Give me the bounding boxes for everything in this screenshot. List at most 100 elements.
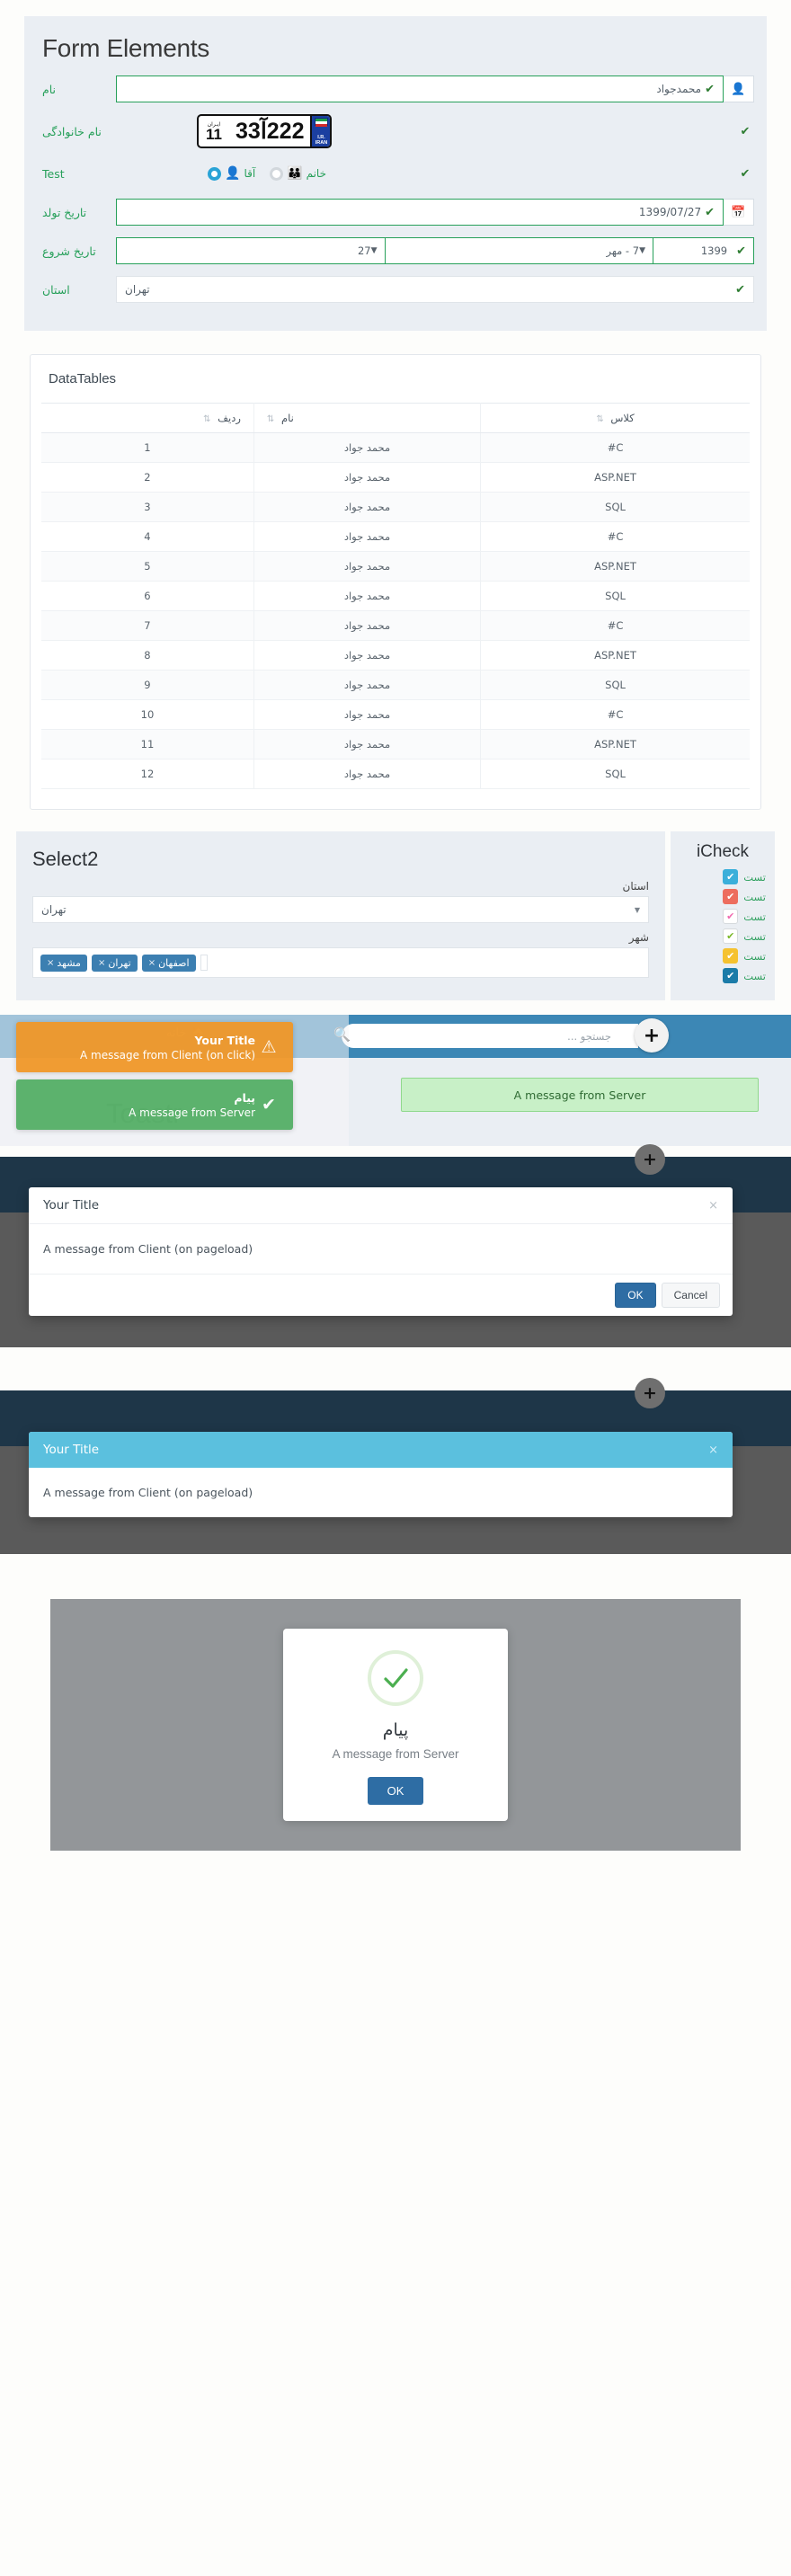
sort-desc-active-icon[interactable]: ⇅ bbox=[203, 414, 210, 424]
province-input[interactable]: ✔ تهران bbox=[116, 276, 754, 303]
cancel-button[interactable]: Cancel bbox=[661, 1283, 720, 1308]
field-row-test: ✔ خانم 👪 آقا 👤 Test bbox=[37, 160, 754, 187]
select2-tag[interactable]: مشهد × bbox=[40, 954, 87, 972]
table-row[interactable]: C# محمد جواد 4 bbox=[41, 521, 750, 552]
start-date-selects[interactable]: ✔ 1399 ▼ 7 - مهر ▼ 27 bbox=[116, 237, 754, 264]
checkbox-icon[interactable]: ✔ bbox=[723, 968, 739, 983]
add-button-modal-1[interactable]: + bbox=[635, 1144, 665, 1175]
modal-section-1: + × Your Title A message from Client (on… bbox=[0, 1144, 791, 1380]
icheck-item-label: تست bbox=[743, 890, 766, 903]
select2-tag-remove-icon[interactable]: × bbox=[47, 958, 54, 968]
select2-tag-remove-icon[interactable]: × bbox=[98, 958, 105, 968]
gender-radio-group[interactable]: ✔ خانم 👪 آقا 👤 bbox=[116, 166, 754, 181]
sweetalert-section: پیام A message from Server OK bbox=[0, 1586, 791, 1876]
plate-right-digits: 222 bbox=[266, 118, 305, 144]
user-icon: 👤 bbox=[724, 76, 754, 102]
name-input[interactable]: ✔ محمدجواد bbox=[116, 76, 724, 102]
select2-province-label: استان bbox=[622, 880, 649, 893]
toast-success[interactable]: ✔ پیام A message from Server bbox=[16, 1079, 293, 1130]
icheck-item-label: تست bbox=[743, 910, 766, 923]
test-control: ✔ خانم 👪 آقا 👤 bbox=[116, 166, 754, 181]
icheck-item[interactable]: تست ✔ bbox=[680, 928, 766, 944]
modal-1-spacer bbox=[0, 1146, 791, 1157]
table-row[interactable]: ASP.NET محمد جواد 5 bbox=[41, 551, 750, 582]
ok-button[interactable]: OK bbox=[615, 1283, 656, 1308]
table-row[interactable]: C# محمد جواد 10 bbox=[41, 699, 750, 730]
column-header-class[interactable]: کلاس ⇅ bbox=[480, 403, 750, 433]
sweetalert-ok-button[interactable]: OK bbox=[367, 1777, 424, 1805]
add-button[interactable]: + bbox=[635, 1018, 669, 1053]
birth-date-value: 1399/07/27 bbox=[638, 206, 702, 218]
close-icon-1[interactable]: × bbox=[708, 1199, 718, 1212]
modal-section-2: + × Your Title A message from Client (on… bbox=[0, 1378, 791, 1586]
search-input[interactable]: جستجو ... bbox=[342, 1024, 638, 1048]
toast-warning[interactable]: ⚠ Your Title A message from Client (on c… bbox=[16, 1022, 293, 1072]
radio-dot-male[interactable] bbox=[208, 166, 221, 181]
select2-card: Select2 استان ▼ تهران شهر اصفهان × تهران × م… bbox=[16, 831, 665, 1000]
dialog-info-header: × Your Title bbox=[29, 1432, 733, 1468]
test-valid-icon: ✔ bbox=[740, 166, 751, 181]
name-input-group[interactable]: 👤 ✔ محمدجواد bbox=[116, 76, 754, 102]
province-control: ✔ تهران bbox=[116, 276, 754, 303]
radio-dot-female[interactable] bbox=[270, 166, 284, 181]
column-header-row-no-label: ردیف bbox=[218, 412, 241, 424]
column-header-row-no[interactable]: ردیف ⇅ bbox=[41, 403, 254, 433]
cell-row-no: 7 bbox=[41, 610, 254, 641]
month-select[interactable]: ▼ 7 - مهر bbox=[385, 237, 653, 264]
checkbox-icon[interactable]: ✔ bbox=[723, 909, 739, 924]
chevron-down-icon-day: ▼ bbox=[370, 246, 378, 255]
page-root: Form Elements 👤 ✔ محمدجواد نام ✔ ایـران … bbox=[0, 16, 791, 1876]
checkbox-icon[interactable]: ✔ bbox=[723, 948, 739, 964]
plate-left-digits: 33 bbox=[236, 118, 261, 144]
checkbox-icon[interactable]: ✔ bbox=[723, 869, 739, 884]
cell-name: محمد جواد bbox=[253, 640, 481, 671]
birth-input-group[interactable]: 📅 ✔ 1399/07/27 bbox=[116, 199, 754, 226]
table-row[interactable]: SQL محمد جواد 3 bbox=[41, 492, 750, 522]
license-plate[interactable]: ایـران 11 33 آ 222 I.R. IRAN bbox=[197, 114, 333, 148]
start-valid-icon: ✔ bbox=[736, 244, 746, 258]
checkbox-icon[interactable]: ✔ bbox=[723, 928, 739, 944]
dialog-confirm-title: Your Title bbox=[43, 1198, 100, 1212]
table-row[interactable]: SQL محمد جواد 12 bbox=[41, 759, 750, 789]
table-row[interactable]: C# محمد جواد 7 bbox=[41, 610, 750, 641]
table-row[interactable]: ASP.NET محمد جواد 11 bbox=[41, 729, 750, 759]
field-row-name: 👤 ✔ محمدجواد نام bbox=[37, 76, 754, 102]
field-row-birth: 📅 ✔ 1399/07/27 تاریخ تولد bbox=[37, 199, 754, 226]
checkbox-icon[interactable]: ✔ bbox=[723, 889, 739, 904]
label-name: نام bbox=[42, 82, 57, 96]
select2-tag[interactable]: اصفهان × bbox=[141, 954, 196, 972]
birth-date-input[interactable]: ✔ 1399/07/27 bbox=[116, 199, 724, 226]
table-row[interactable]: SQL محمد جواد 6 bbox=[41, 581, 750, 611]
search-icon[interactable]: 🔍 bbox=[333, 1026, 351, 1043]
year-select[interactable]: ✔ 1399 bbox=[653, 237, 754, 264]
table-row[interactable]: ASP.NET محمد جواد 2 bbox=[41, 462, 750, 493]
select2-tag-remove-icon[interactable]: × bbox=[148, 958, 156, 968]
sort-icon-class[interactable]: ⇅ bbox=[596, 414, 603, 424]
dialog-confirm-footer: Cancel OK bbox=[29, 1275, 733, 1316]
sweetalert-text: A message from Server bbox=[332, 1747, 459, 1761]
radio-option-female[interactable]: خانم 👪 bbox=[270, 166, 326, 181]
radio-option-male[interactable]: آقا 👤 bbox=[208, 166, 255, 181]
select2-city-multiselect[interactable]: اصفهان × تهران × مشهد × bbox=[32, 947, 649, 978]
select2-tag[interactable]: تهران × bbox=[91, 954, 138, 972]
cell-name: محمد جواد bbox=[253, 462, 481, 493]
table-row[interactable]: ASP.NET محمد جواد 8 bbox=[41, 640, 750, 671]
icheck-item[interactable]: تست ✔ bbox=[680, 869, 766, 884]
day-select[interactable]: ▼ 27 bbox=[116, 237, 386, 264]
plate-wrap[interactable]: ✔ ایـران 11 33 آ 222 I.R. IRAN bbox=[116, 114, 754, 148]
icheck-item[interactable]: تست ✔ bbox=[680, 968, 766, 983]
table-row[interactable]: SQL محمد جواد 9 bbox=[41, 670, 750, 700]
close-icon-2[interactable]: × bbox=[708, 1443, 718, 1457]
sort-icon-name[interactable]: ⇅ bbox=[267, 414, 274, 424]
add-button-modal-2[interactable]: + bbox=[635, 1378, 665, 1408]
icheck-item[interactable]: تست ✔ bbox=[680, 948, 766, 964]
form-card: Form Elements 👤 ✔ محمدجواد نام ✔ ایـران … bbox=[24, 16, 767, 331]
column-header-name[interactable]: نام ⇅ bbox=[253, 403, 481, 433]
calendar-icon[interactable]: 📅 bbox=[724, 199, 754, 226]
icheck-item[interactable]: تست ✔ bbox=[680, 909, 766, 924]
icheck-item[interactable]: تست ✔ bbox=[680, 889, 766, 904]
table-row[interactable]: C# محمد جواد 1 bbox=[41, 432, 750, 463]
cell-row-no: 10 bbox=[41, 699, 254, 730]
select2-province-select[interactable]: ▼ تهران bbox=[32, 896, 649, 923]
cell-row-no: 6 bbox=[41, 581, 254, 611]
